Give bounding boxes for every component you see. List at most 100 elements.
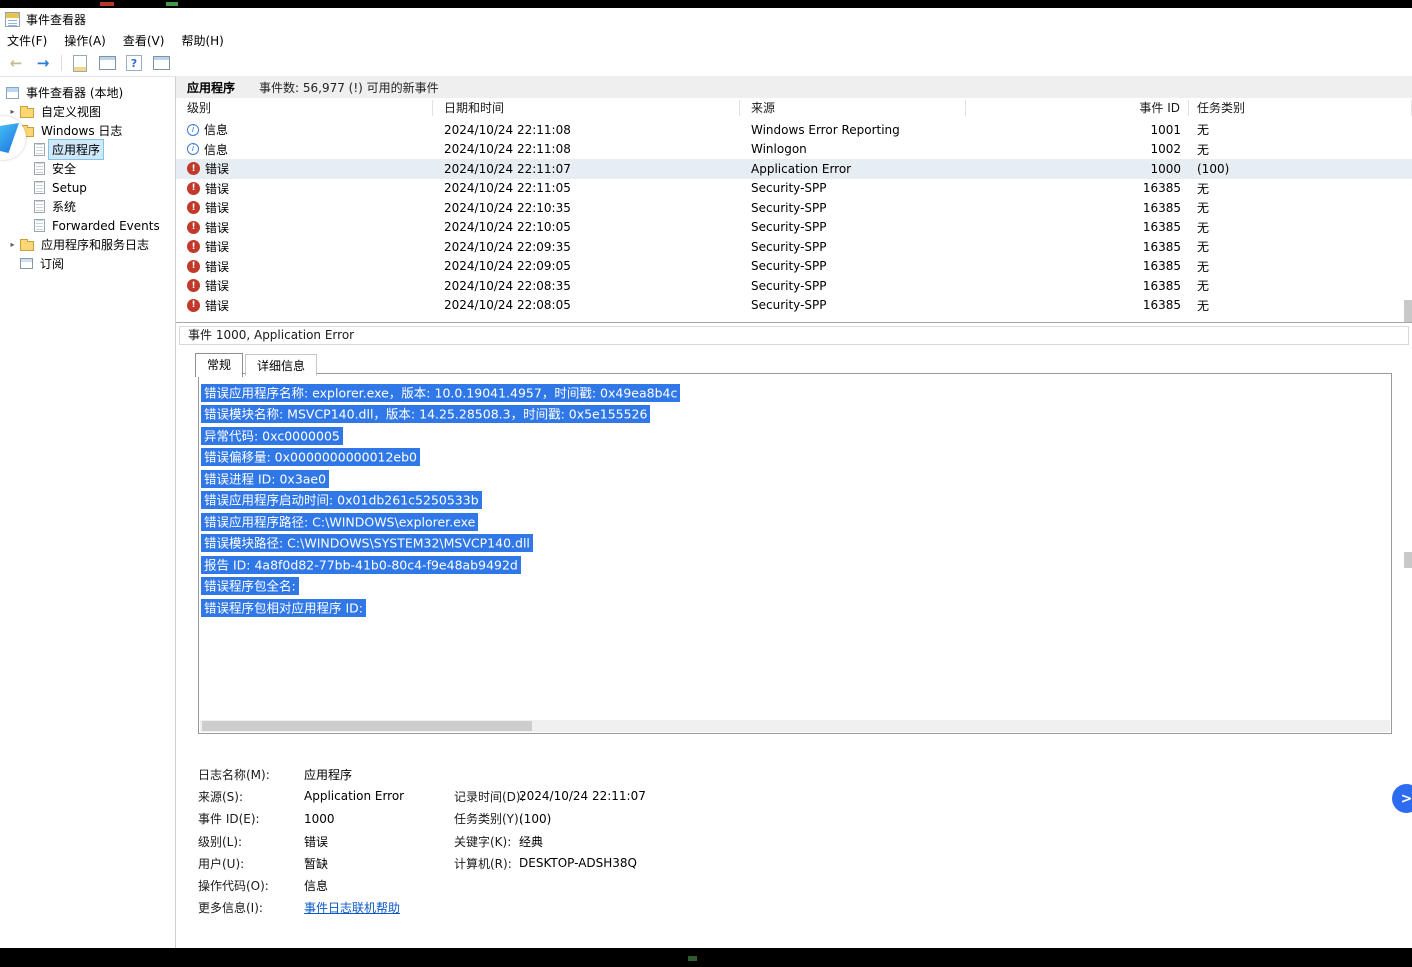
table-row[interactable]: 错误 2024/10/24 22:09:35 Security-SPP 1638… bbox=[176, 237, 1412, 257]
sidebar-item-custom-views[interactable]: 自定义视图 bbox=[0, 102, 175, 121]
field-row-more-info: 更多信息(I): 事件日志联机帮助 bbox=[198, 897, 1392, 919]
table-row[interactable]: 错误 2024/10/24 22:11:05 Security-SPP 1638… bbox=[176, 179, 1412, 199]
bottom-strip-mark bbox=[688, 956, 697, 961]
sidebar-item-subscriptions[interactable]: 订阅 bbox=[0, 254, 175, 273]
cell-source: Security-SPP bbox=[751, 298, 827, 313]
description-line: 错误程序包全名: bbox=[201, 577, 299, 595]
table-row[interactable]: 信息 2024/10/24 22:11:08 Winlogon 1002 无 bbox=[176, 140, 1412, 160]
preview-tabs: 常规 详细信息 bbox=[195, 352, 319, 377]
cell-level: 错误 bbox=[205, 279, 230, 294]
table-row-selected[interactable]: 错误 2024/10/24 22:11:07 Application Error… bbox=[176, 159, 1412, 179]
field-label: 任务类别(Y): bbox=[454, 812, 523, 827]
field-row: 用户(U): 暂缺 计算机(R): DESKTOP-ADSH38Q bbox=[198, 852, 1392, 874]
back-icon[interactable] bbox=[7, 54, 25, 72]
error-icon bbox=[187, 162, 200, 176]
top-strip-red-mark bbox=[100, 2, 114, 6]
event-description-box[interactable]: 错误应用程序名称: explorer.exe，版本: 10.0.19041.49… bbox=[198, 373, 1392, 734]
description-line: 异常代码: 0xc0000005 bbox=[201, 426, 343, 445]
sidebar-item-windows-logs[interactable]: Windows 日志 bbox=[0, 121, 175, 140]
field-value: 经典 bbox=[519, 834, 544, 849]
field-label: 日志名称(M): bbox=[198, 767, 270, 782]
cell-task-category: 无 bbox=[1197, 220, 1210, 235]
forward-icon[interactable] bbox=[34, 54, 52, 72]
table-row[interactable]: 错误 2024/10/24 22:08:05 Security-SPP 1638… bbox=[176, 296, 1412, 316]
cell-task-category: 无 bbox=[1197, 279, 1210, 294]
event-list-header: 级别 日期和时间 来源 事件 ID 任务类别 bbox=[176, 98, 1412, 118]
scrollbar-fragment[interactable] bbox=[1404, 552, 1412, 568]
field-value: DESKTOP-ADSH38Q bbox=[519, 856, 637, 871]
description-line: 报告 ID: 4a8f0d82-77bb-41b0-80c4-f9e48ab94… bbox=[201, 555, 521, 574]
event-fields: 日志名称(M): 应用程序 来源(S): Application Error 记… bbox=[198, 763, 1392, 919]
cell-task-category: 无 bbox=[1197, 181, 1210, 196]
cell-level: 错误 bbox=[205, 220, 230, 235]
event-log-help-link[interactable]: 事件日志联机帮助 bbox=[304, 901, 400, 915]
bottom-strip bbox=[0, 948, 1412, 967]
table-row[interactable]: 错误 2024/10/24 22:08:35 Security-SPP 1638… bbox=[176, 276, 1412, 296]
cell-source: Security-SPP bbox=[751, 278, 827, 293]
error-icon bbox=[187, 181, 200, 195]
field-label: 来源(S): bbox=[198, 789, 244, 804]
cell-level: 错误 bbox=[205, 181, 230, 196]
cell-datetime: 2024/10/24 22:08:05 bbox=[444, 298, 571, 313]
field-value: Application Error bbox=[304, 789, 405, 804]
horizontal-scrollbar[interactable] bbox=[200, 720, 1390, 732]
column-header-event-id[interactable]: 事件 ID bbox=[966, 100, 1189, 116]
field-value: (100) bbox=[519, 811, 552, 826]
table-row[interactable]: 信息 2024/10/24 22:11:08 Windows Error Rep… bbox=[176, 120, 1412, 140]
field-label: 关键字(K): bbox=[454, 834, 512, 849]
cell-event-id: 16385 bbox=[1142, 200, 1181, 215]
event-preview-pane: 事件 1000, Application Error 常规 详细信息 错误应用程… bbox=[176, 322, 1412, 948]
sidebar-item-setup[interactable]: Setup bbox=[0, 178, 175, 197]
scrollbar-fragment[interactable] bbox=[1404, 300, 1412, 322]
cell-level: 信息 bbox=[204, 123, 229, 138]
field-label: 操作代码(O): bbox=[198, 879, 269, 894]
description-line: 错误模块名称: MSVCP140.dll，版本: 14.25.28508.3，时… bbox=[201, 405, 651, 423]
sidebar-item-forwarded-events[interactable]: Forwarded Events bbox=[0, 216, 175, 235]
error-icon bbox=[187, 201, 200, 215]
scrollbar-thumb[interactable] bbox=[202, 721, 532, 731]
column-header-task-category[interactable]: 任务类别 bbox=[1189, 100, 1412, 116]
cell-datetime: 2024/10/24 22:11:07 bbox=[444, 161, 571, 176]
info-icon bbox=[187, 123, 199, 136]
error-icon bbox=[187, 298, 200, 312]
expander-icon[interactable] bbox=[8, 240, 17, 249]
table-row[interactable]: 错误 2024/10/24 22:09:05 Security-SPP 1638… bbox=[176, 257, 1412, 277]
cell-event-id: 16385 bbox=[1142, 259, 1181, 274]
sidebar-item-label: 自定义视图 bbox=[41, 105, 102, 119]
cell-event-id: 16385 bbox=[1142, 220, 1181, 235]
expander-icon[interactable] bbox=[8, 107, 17, 116]
sidebar-item-security[interactable]: 安全 bbox=[0, 159, 175, 178]
help-icon[interactable] bbox=[126, 55, 142, 71]
console-tree: 事件查看器 (本地) 自定义视图 Windows 日志 应用程序 bbox=[0, 76, 176, 948]
event-count-summary: 事件数: 56,977 (!) 可用的新事件 bbox=[259, 80, 439, 95]
menu-help[interactable]: 帮助(H) bbox=[181, 32, 223, 49]
field-label: 用户(U): bbox=[198, 856, 245, 871]
error-icon bbox=[187, 259, 200, 273]
column-header-level[interactable]: 级别 bbox=[176, 100, 433, 116]
tab-general[interactable]: 常规 bbox=[195, 353, 244, 377]
menu-file[interactable]: 文件(F) bbox=[7, 32, 47, 49]
create-custom-view-icon[interactable] bbox=[98, 56, 116, 70]
sidebar-item-application[interactable]: 应用程序 bbox=[0, 139, 175, 160]
menu-view[interactable]: 查看(V) bbox=[123, 32, 165, 49]
table-row[interactable]: 错误 2024/10/24 22:10:05 Security-SPP 1638… bbox=[176, 218, 1412, 238]
content-pane: 应用程序 事件数: 56,977 (!) 可用的新事件 级别 日期和时间 来源 … bbox=[176, 76, 1412, 948]
column-header-datetime[interactable]: 日期和时间 bbox=[433, 100, 740, 116]
cell-datetime: 2024/10/24 22:11:08 bbox=[444, 122, 571, 137]
open-saved-log-icon[interactable] bbox=[73, 54, 87, 72]
error-icon bbox=[187, 240, 200, 254]
log-icon bbox=[34, 219, 45, 232]
menu-action[interactable]: 操作(A) bbox=[64, 32, 106, 49]
tab-details[interactable]: 详细信息 bbox=[245, 354, 318, 376]
top-strip bbox=[0, 0, 1412, 8]
column-header-source[interactable]: 来源 bbox=[740, 100, 966, 116]
sidebar-item-apps-services-logs[interactable]: 应用程序和服务日志 bbox=[0, 235, 175, 254]
log-icon bbox=[34, 143, 45, 156]
properties-icon[interactable] bbox=[152, 56, 170, 70]
sidebar-item-event-viewer-local[interactable]: 事件查看器 (本地) bbox=[0, 83, 175, 102]
sidebar-item-system[interactable]: 系统 bbox=[0, 197, 175, 216]
subscriptions-icon bbox=[20, 258, 33, 269]
field-label: 事件 ID(E): bbox=[198, 812, 260, 827]
field-value: 信息 bbox=[304, 879, 329, 894]
table-row[interactable]: 错误 2024/10/24 22:10:35 Security-SPP 1638… bbox=[176, 198, 1412, 218]
